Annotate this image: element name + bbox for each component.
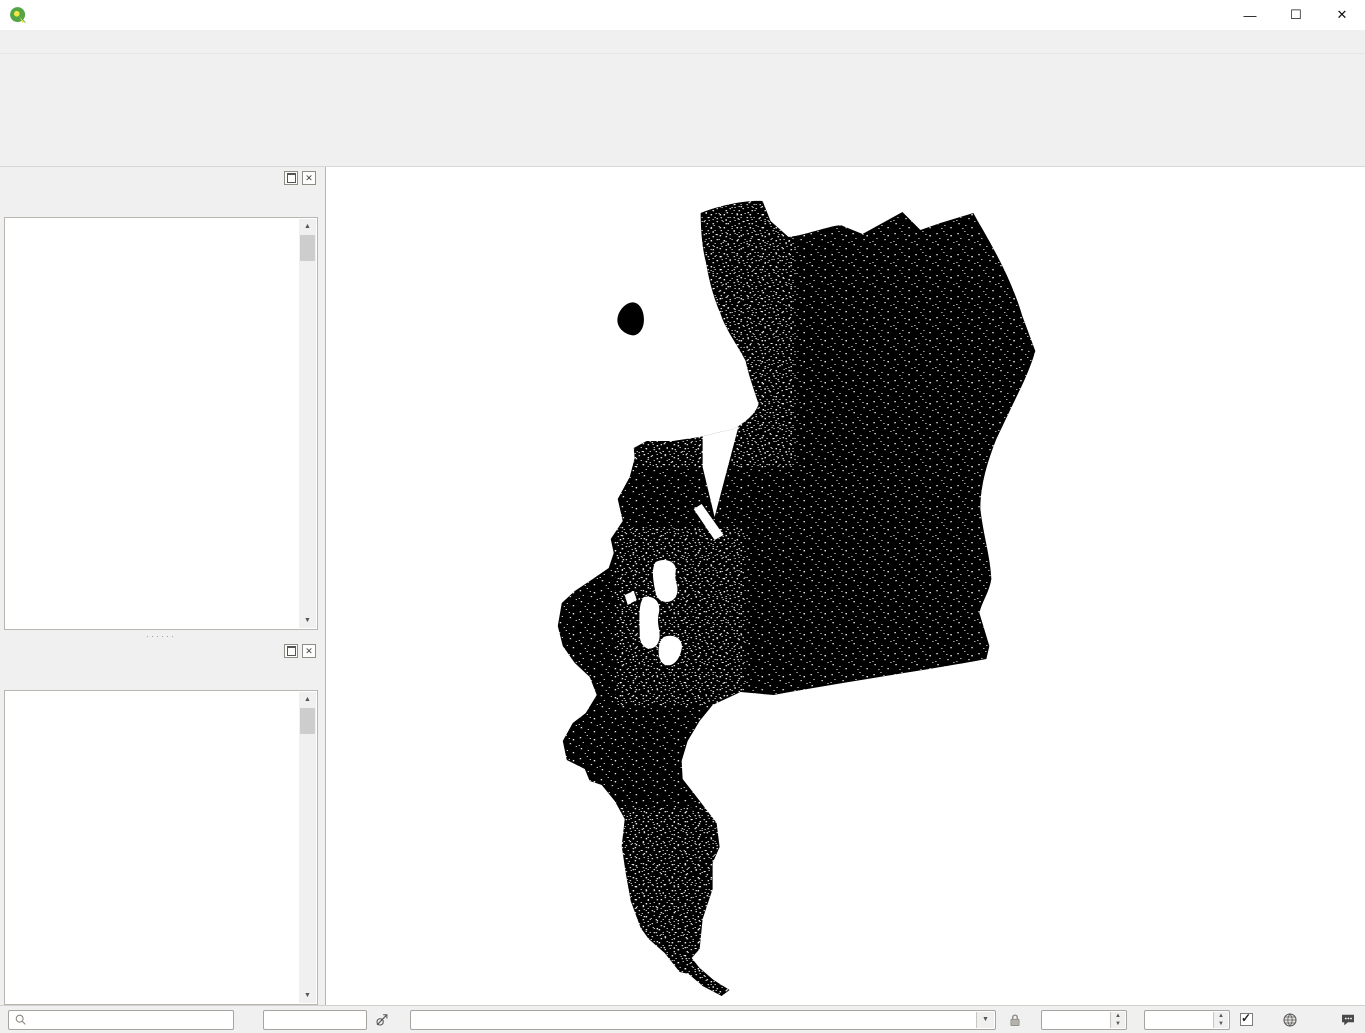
- search-icon: [13, 1012, 29, 1028]
- crs-status-button[interactable]: [1281, 1011, 1303, 1029]
- magnifier-spinbox[interactable]: ▲▼: [1041, 1010, 1127, 1030]
- menu-bar: [0, 30, 1365, 53]
- toolbar-row-2: [0, 91, 1365, 129]
- coordinate-input[interactable]: [263, 1010, 367, 1030]
- toggle-extents-icon[interactable]: [373, 1011, 391, 1029]
- toolbar-row-3: [0, 129, 1365, 167]
- browser-panel: ✕ ▲ ▼ ······: [0, 167, 322, 640]
- rotation-spinbox[interactable]: ▲▼: [1144, 1010, 1230, 1030]
- browser-float-button[interactable]: [284, 171, 298, 185]
- raster-layer-shape: [326, 167, 1365, 1005]
- map-canvas[interactable]: [325, 167, 1365, 1005]
- scale-dropdown-arrow[interactable]: ▼: [976, 1012, 994, 1028]
- layers-tree: ▲ ▼: [4, 690, 318, 1005]
- close-button[interactable]: ✕: [1319, 0, 1365, 30]
- layers-scrollbar[interactable]: ▲ ▼: [299, 692, 316, 1003]
- browser-close-button[interactable]: ✕: [302, 171, 316, 185]
- minimize-button[interactable]: —: [1227, 0, 1273, 30]
- layers-panel: ✕ ▲ ▼: [0, 640, 322, 1005]
- messages-icon[interactable]: [1339, 1011, 1357, 1029]
- scale-combobox[interactable]: ▼: [410, 1010, 996, 1030]
- qgis-logo-icon: [8, 5, 28, 25]
- toolbar-row-1: [0, 53, 1365, 91]
- crs-globe-icon: [1281, 1011, 1299, 1029]
- layers-close-button[interactable]: ✕: [302, 644, 316, 658]
- left-dock: ✕ ▲ ▼ ······ ✕ ▲ ▼: [0, 167, 322, 1005]
- panel-splitter[interactable]: ······: [0, 632, 322, 640]
- status-bar: ▼ ▲▼ ▲▼: [0, 1005, 1365, 1033]
- render-checkbox[interactable]: [1240, 1013, 1263, 1026]
- title-bar: — ☐ ✕: [0, 0, 1365, 31]
- browser-tree: ▲ ▼: [4, 217, 318, 630]
- lock-scale-icon[interactable]: [1006, 1011, 1024, 1029]
- browser-scrollbar[interactable]: ▲ ▼: [299, 219, 316, 628]
- maximize-button[interactable]: ☐: [1273, 0, 1319, 30]
- layers-float-button[interactable]: [284, 644, 298, 658]
- locator-search-input[interactable]: [8, 1010, 234, 1030]
